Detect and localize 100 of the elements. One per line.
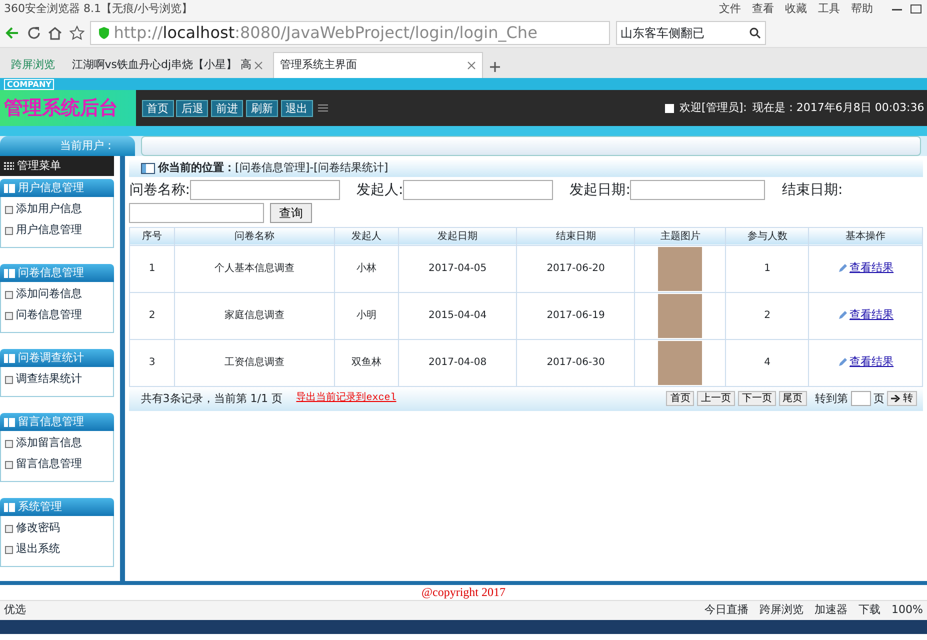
maximize-icon[interactable] xyxy=(909,3,923,15)
back-icon[interactable] xyxy=(4,24,20,40)
sidebar-item[interactable]: 用户信息管理 xyxy=(5,220,110,241)
pencil-icon xyxy=(838,264,847,273)
book-icon xyxy=(4,502,15,512)
input-field[interactable] xyxy=(630,180,766,200)
pager-button[interactable]: 下一页 xyxy=(738,391,776,406)
window-icon xyxy=(141,162,156,174)
column-header: 结束日期 xyxy=(516,227,635,246)
company-logo: COMPANY xyxy=(4,78,54,90)
sidebar-item[interactable]: 添加留言信息 xyxy=(5,433,110,454)
refresh-icon[interactable] xyxy=(26,24,42,40)
grid-icon xyxy=(4,162,14,170)
menu-title-text: 管理菜单 xyxy=(16,158,61,174)
table-cell: 个人基本信息调查 xyxy=(174,245,335,292)
table-cell: 1 xyxy=(130,245,174,292)
column-header: 基本操作 xyxy=(808,227,922,246)
window-title: 360安全浏览器 8.1【无痕/小号浏览】 xyxy=(4,0,193,17)
status-item[interactable]: 下载 xyxy=(858,602,881,619)
view-result-link[interactable]: 查看结果 xyxy=(850,260,894,276)
field-label: 问卷名称: xyxy=(129,180,190,200)
book-icon xyxy=(4,354,15,362)
table-cell: 2 xyxy=(726,292,809,340)
menu-item[interactable]: 文件 xyxy=(719,0,741,18)
field-label: 发起人: xyxy=(356,180,404,200)
photo-placeholder xyxy=(658,340,702,385)
input-field[interactable] xyxy=(129,202,264,223)
status-item[interactable]: 今日直播 xyxy=(704,602,749,619)
view-result-link[interactable]: 查看结果 xyxy=(850,306,894,324)
column-header: 发起日期 xyxy=(398,227,517,246)
table-cell: 2 xyxy=(130,292,174,340)
search-icon[interactable] xyxy=(748,26,760,38)
breadcrumb-text: 你当前的位置：[问卷信息管理]-[问卷结果统计] xyxy=(158,160,388,176)
export-link[interactable]: 导出当前记录到excel xyxy=(296,391,396,406)
current-user-label: 当前用户： xyxy=(0,136,135,156)
page-icon xyxy=(5,440,13,448)
close-icon[interactable] xyxy=(254,60,264,70)
table-cell: 2017-06-30 xyxy=(516,339,635,386)
menu-item[interactable]: 查看 xyxy=(752,0,774,18)
photo-placeholder xyxy=(658,246,702,291)
page-icon xyxy=(5,524,13,532)
new-tab-icon[interactable] xyxy=(488,60,501,72)
view-result-link[interactable]: 查看结果 xyxy=(850,354,894,370)
page-icon xyxy=(5,376,13,384)
square-icon xyxy=(665,104,674,112)
nav-button[interactable]: 前进 xyxy=(211,100,243,116)
status-item[interactable]: 加速器 xyxy=(814,602,848,619)
sidebar-item[interactable]: 留言信息管理 xyxy=(5,454,110,475)
go-button[interactable]: 转 xyxy=(887,391,917,406)
star-icon[interactable] xyxy=(68,24,84,40)
page-input[interactable] xyxy=(850,391,871,406)
table-cell: 2017-06-20 xyxy=(516,245,635,292)
table-cell: 4 xyxy=(726,339,809,386)
table-cell: 2017-04-05 xyxy=(398,245,517,292)
page-icon xyxy=(5,312,13,320)
query-button[interactable]: 查询 xyxy=(270,202,312,223)
bookmark-link[interactable]: 跨屏浏览 xyxy=(4,52,62,78)
address-field[interactable]: http://localhost:8080/JavaWebProject/login/login_Che xyxy=(90,20,610,44)
pager-button[interactable]: 首页 xyxy=(666,391,694,406)
nav-button[interactable]: 退出 xyxy=(280,100,312,116)
table-cell: 2017-04-08 xyxy=(398,339,517,386)
column-header: 序号 xyxy=(130,227,174,246)
table-cell: 家庭信息调查 xyxy=(174,292,335,340)
zoom-level[interactable]: 100% xyxy=(892,602,923,619)
input-field[interactable] xyxy=(190,180,340,200)
sidebar-item[interactable]: 修改密码 xyxy=(5,518,110,539)
table-cell: 小林 xyxy=(334,245,398,292)
pager-button[interactable]: 上一页 xyxy=(697,391,736,406)
sidebar-item[interactable]: 添加用户信息 xyxy=(5,199,110,220)
browser-tab[interactable]: 管理系统主界面 xyxy=(273,52,484,78)
search-field[interactable]: 山东客车侧翻已 xyxy=(616,20,766,44)
menu-item[interactable]: 收藏 xyxy=(785,0,807,18)
menu-item[interactable]: 帮助 xyxy=(851,0,873,18)
arrow-icon xyxy=(891,395,900,402)
pager-button[interactable]: 尾页 xyxy=(778,391,807,406)
menu-item[interactable]: 工具 xyxy=(818,0,840,18)
sidebar-item[interactable]: 问卷信息管理 xyxy=(5,305,110,326)
sidebar-item[interactable]: 添加问卷信息 xyxy=(5,284,110,305)
page-icon xyxy=(5,290,13,298)
browser-tab[interactable]: 江湖啊vs铁血丹心dj串烧【小星】 高 xyxy=(64,52,270,78)
nav-button[interactable]: 首页 xyxy=(142,100,174,116)
table-cell: 工资信息调查 xyxy=(174,339,335,386)
table-cell: 小明 xyxy=(334,292,398,340)
home-icon[interactable] xyxy=(47,24,63,40)
input-field[interactable] xyxy=(403,180,554,200)
pencil-icon xyxy=(838,358,847,367)
menu-icon[interactable] xyxy=(318,103,328,113)
table-cell: 2015-04-04 xyxy=(398,292,517,340)
sidebar-item[interactable]: 退出系统 xyxy=(5,539,110,560)
table-cell: 3 xyxy=(130,339,174,386)
record-summary: 共有3条记录，当前第 1/1 页 xyxy=(140,390,282,406)
book-icon xyxy=(4,268,15,278)
page-label: 页 xyxy=(873,390,884,406)
photo-placeholder xyxy=(658,294,702,338)
close-icon[interactable] xyxy=(467,61,476,70)
welcome-text: 欢迎[管理员]: xyxy=(680,100,747,116)
nav-button[interactable]: 刷新 xyxy=(246,100,278,116)
nav-button[interactable]: 后退 xyxy=(176,100,208,116)
status-item[interactable]: 跨屏浏览 xyxy=(760,602,804,619)
pencil-icon xyxy=(838,310,847,320)
